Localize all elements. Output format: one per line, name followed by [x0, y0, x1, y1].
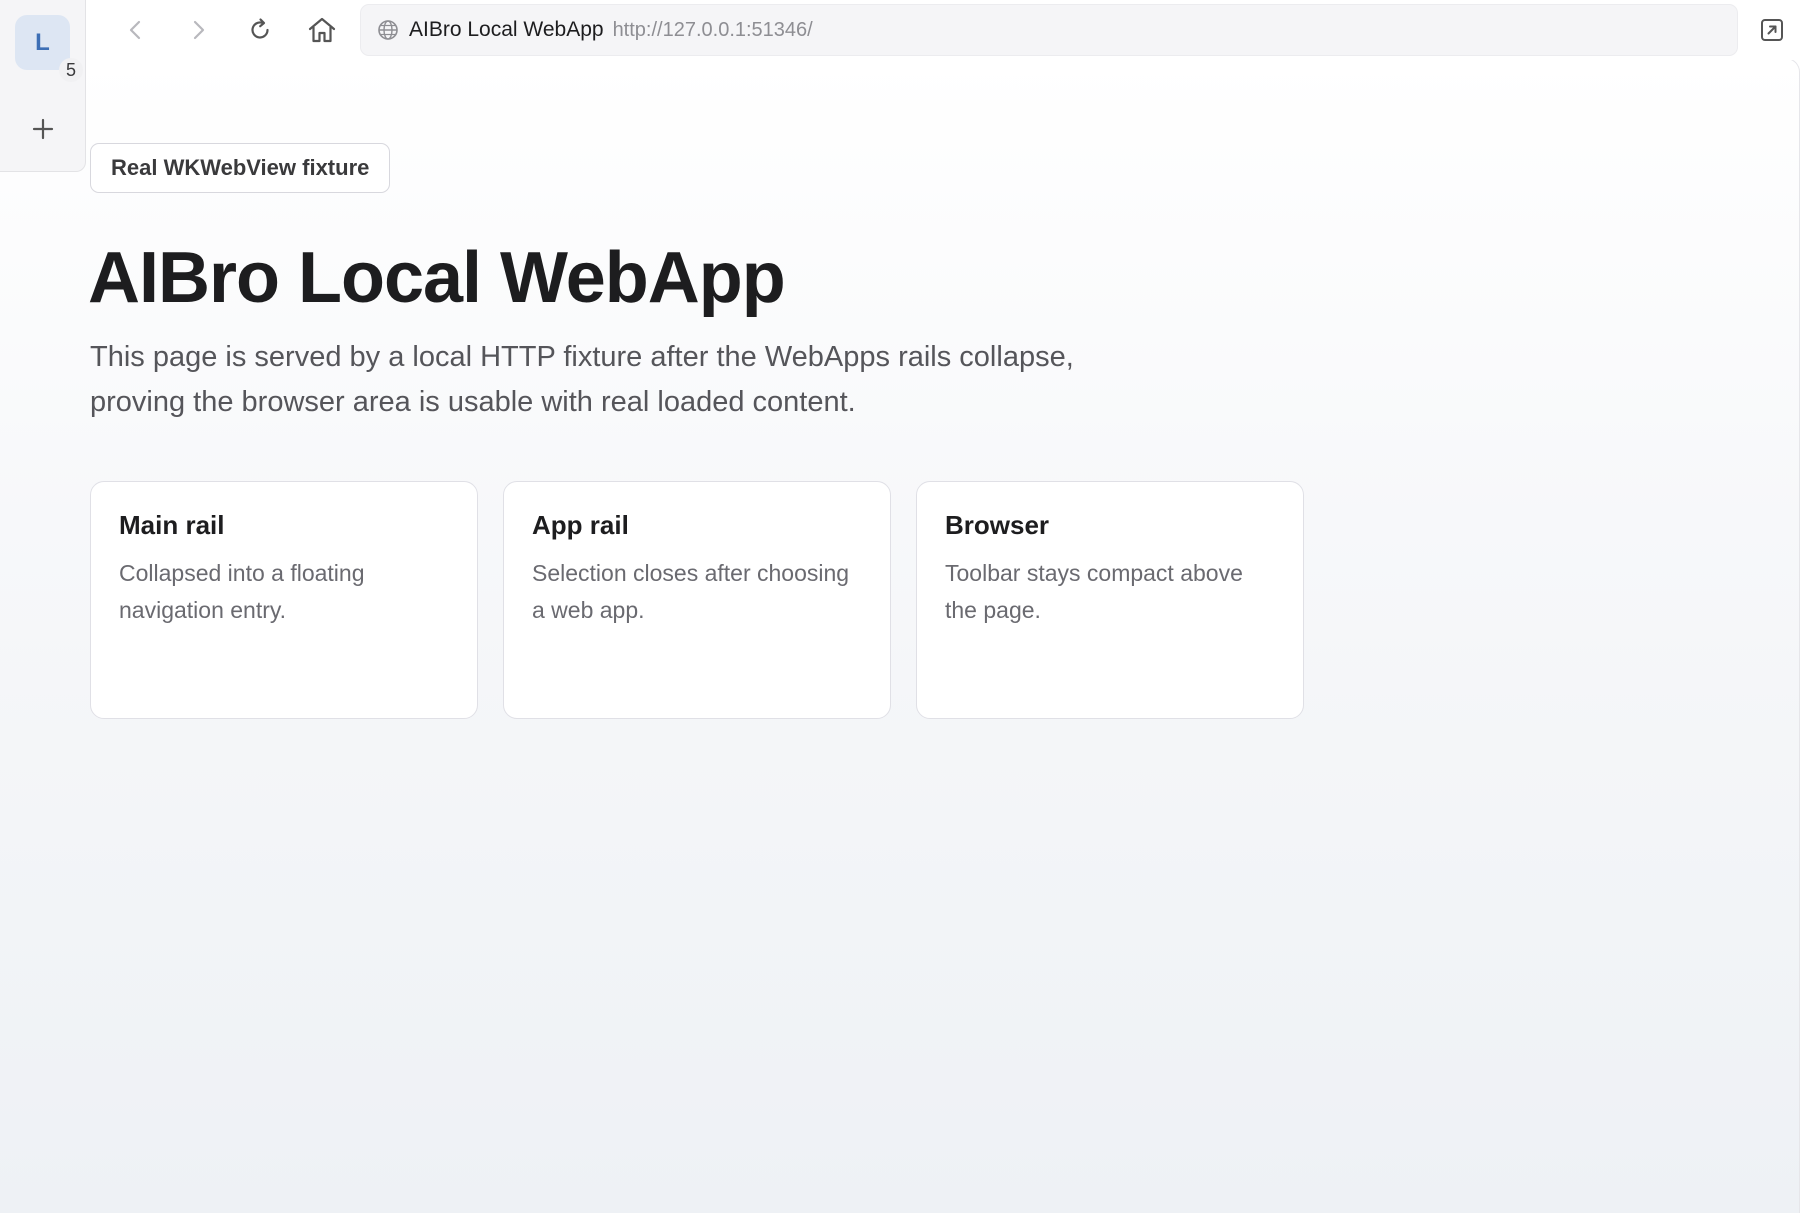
- globe-icon: [377, 19, 399, 41]
- card-title: Browser: [945, 510, 1050, 540]
- plus-icon: [32, 118, 54, 140]
- add-webapp-button[interactable]: [26, 112, 60, 146]
- web-content: Real WKWebView fixture AIBro Local WebAp…: [0, 58, 1800, 1213]
- address-page-title: AIBro Local WebApp: [409, 18, 604, 41]
- card-body: Selection closes after choosing a web ap…: [532, 560, 850, 623]
- address-url: http://127.0.0.1:51346/: [612, 18, 813, 41]
- floating-app-rail: L 5: [0, 0, 86, 172]
- feature-cards: Main rail Collapsed into a floating navi…: [90, 481, 1304, 719]
- card-title: App rail: [532, 510, 629, 540]
- open-external-button[interactable]: [1754, 12, 1790, 48]
- card-title: Main rail: [119, 510, 225, 540]
- chevron-right-icon: [193, 20, 205, 40]
- home-button[interactable]: [304, 12, 340, 48]
- browser-toolbar: AIBro Local WebApp http://127.0.0.1:5134…: [86, 0, 1800, 60]
- reload-icon: [251, 18, 269, 39]
- reload-button[interactable]: [242, 12, 278, 48]
- card-main-rail: Main rail Collapsed into a floating navi…: [90, 481, 478, 719]
- card-body: Toolbar stays compact above the page.: [945, 560, 1243, 623]
- page-description: This page is served by a local HTTP fixt…: [90, 341, 1074, 418]
- forward-button[interactable]: [180, 12, 216, 48]
- card-app-rail: App rail Selection closes after choosing…: [503, 481, 891, 719]
- card-body: Collapsed into a floating navigation ent…: [119, 560, 365, 623]
- back-button[interactable]: [118, 12, 154, 48]
- address-bar[interactable]: AIBro Local WebApp http://127.0.0.1:5134…: [360, 4, 1738, 56]
- open-external-icon: [1761, 19, 1783, 41]
- page-title: AIBro Local WebApp: [88, 238, 786, 318]
- home-icon: [308, 17, 336, 43]
- chevron-left-icon: [129, 20, 141, 40]
- fixture-pill: Real WKWebView fixture: [90, 143, 391, 193]
- card-browser: Browser Toolbar stays compact above the …: [916, 481, 1304, 719]
- app-count-badge: 5: [59, 58, 83, 82]
